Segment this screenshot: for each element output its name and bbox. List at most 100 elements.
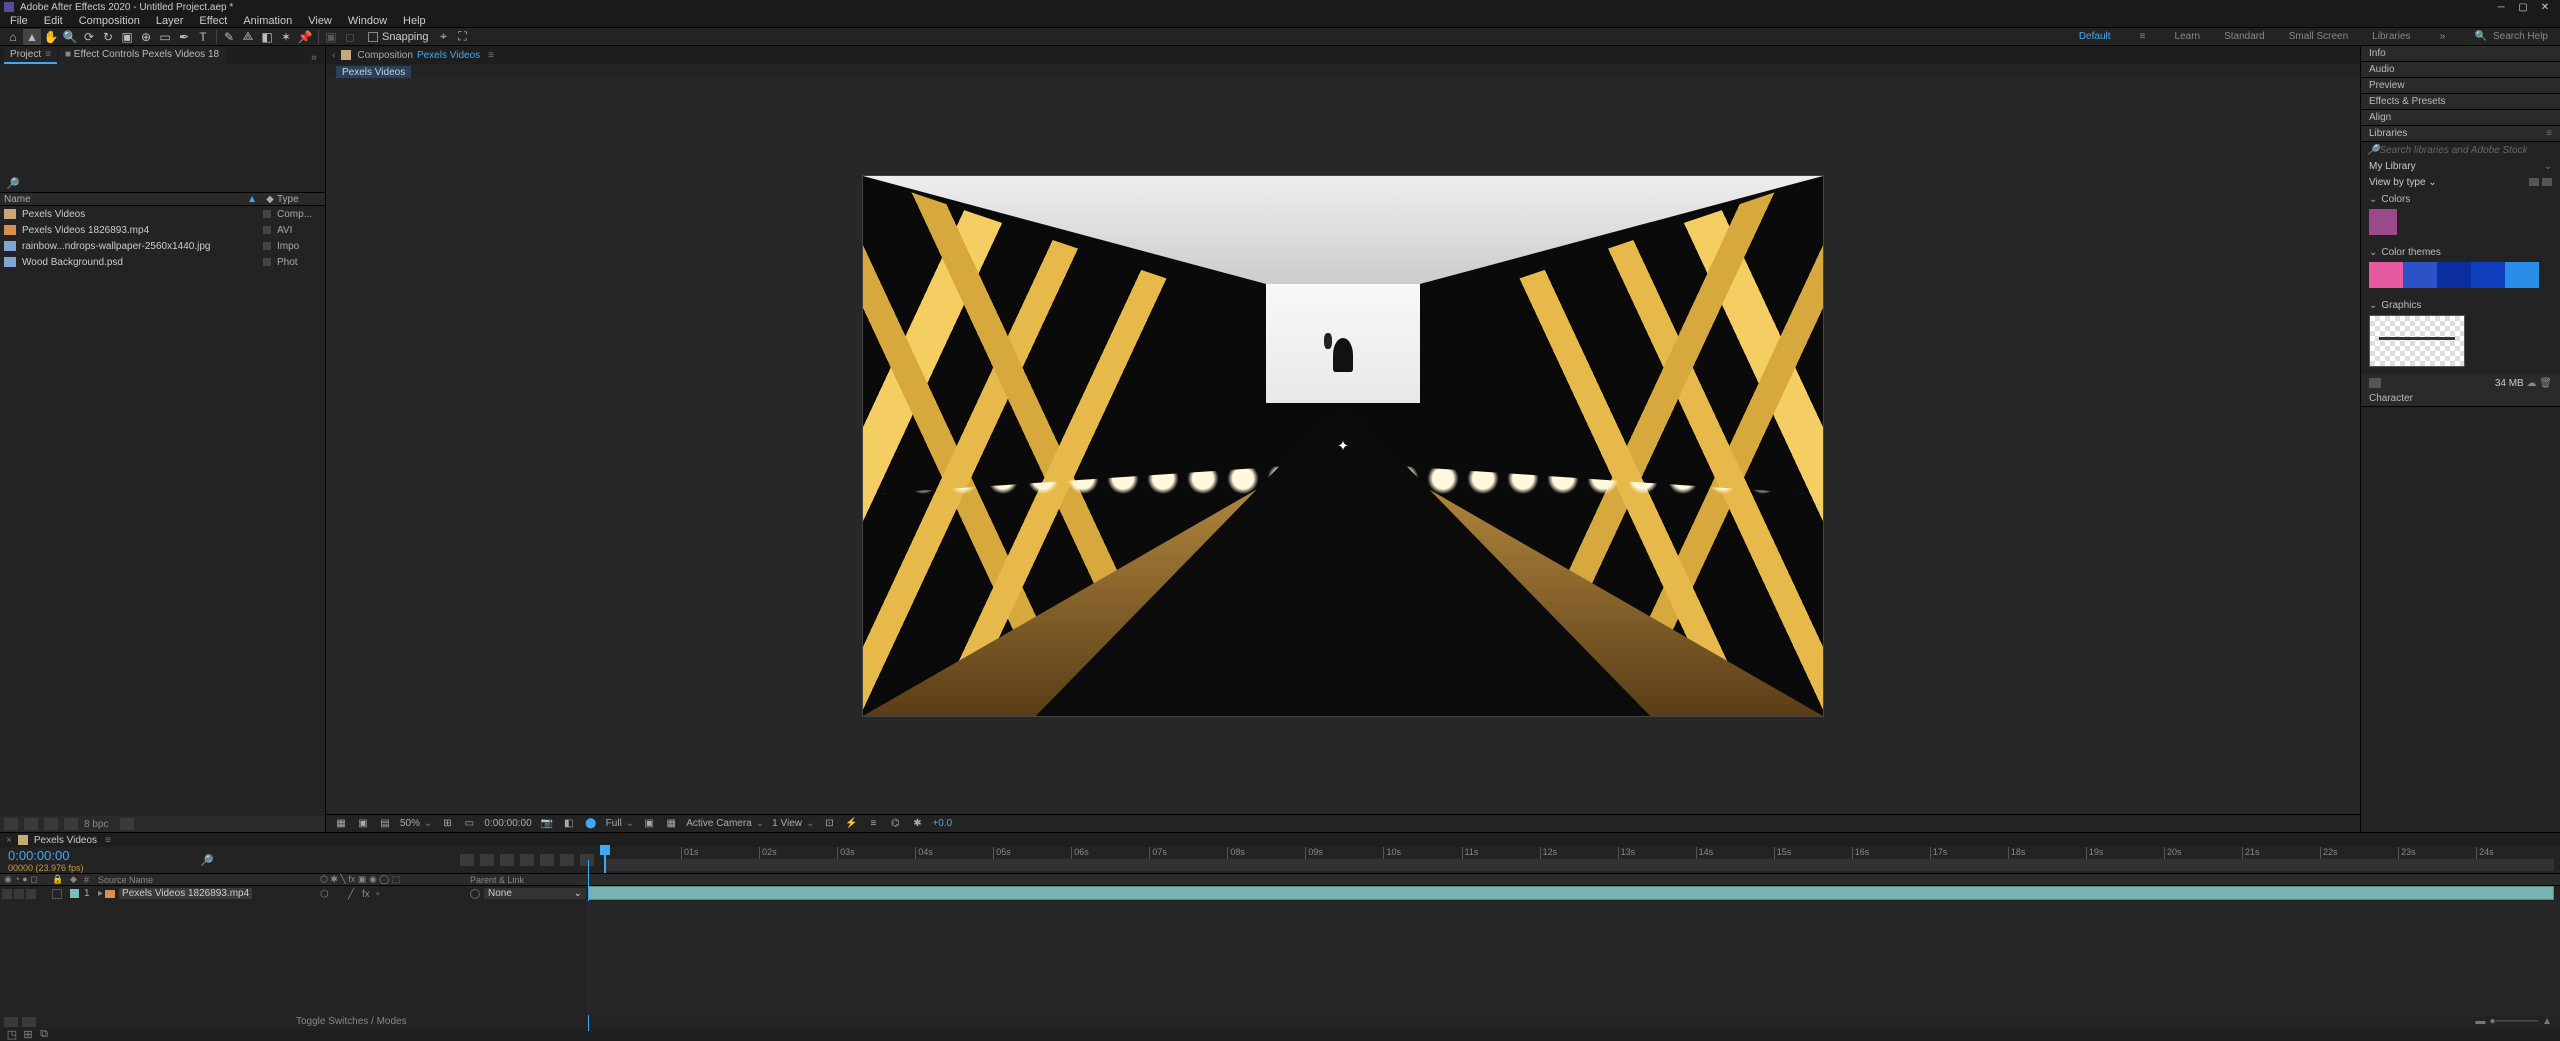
add-content-button[interactable] bbox=[2369, 378, 2381, 388]
solo-toggle[interactable] bbox=[26, 889, 36, 899]
menu-view[interactable]: View bbox=[300, 14, 340, 27]
zoom-dropdown[interactable]: 50%⌄ bbox=[400, 818, 432, 829]
label-swatch[interactable] bbox=[263, 258, 271, 266]
section-graphics[interactable]: ⌄Graphics bbox=[2369, 300, 2552, 311]
label-swatch[interactable] bbox=[263, 226, 271, 234]
workspace-standard[interactable]: Standard bbox=[2224, 31, 2265, 42]
column-source-name[interactable]: Source Name bbox=[98, 875, 320, 885]
zoom-tool[interactable]: 🔍 bbox=[61, 29, 79, 45]
workspace-menu-icon[interactable]: ≡ bbox=[2135, 31, 2151, 42]
puppet-tool[interactable]: 📌 bbox=[296, 29, 314, 45]
project-items-list[interactable]: Pexels VideosComp... Pexels Videos 18268… bbox=[0, 206, 325, 816]
menu-edit[interactable]: Edit bbox=[36, 14, 71, 27]
selection-tool[interactable]: ▲ bbox=[23, 29, 41, 45]
adjustment-switch[interactable] bbox=[404, 889, 414, 899]
close-button[interactable]: ✕ bbox=[2534, 1, 2556, 13]
menu-layer[interactable]: Layer bbox=[148, 14, 192, 27]
zoom-in-icon[interactable]: ▲ bbox=[2542, 1016, 2552, 1027]
project-settings-button[interactable] bbox=[64, 818, 78, 830]
3d-switch[interactable] bbox=[418, 889, 428, 899]
view-mode[interactable]: View by type ⌄ bbox=[2369, 177, 2437, 188]
playhead[interactable] bbox=[604, 847, 606, 873]
tab-project[interactable]: Project≡ bbox=[4, 47, 57, 64]
new-folder-button[interactable] bbox=[24, 818, 38, 830]
new-comp-button[interactable] bbox=[44, 818, 58, 830]
bit-depth[interactable]: 8 bpc bbox=[84, 819, 108, 830]
menu-effect[interactable]: Effect bbox=[191, 14, 235, 27]
project-item[interactable]: Wood Background.psdPhot bbox=[0, 254, 325, 270]
motion-blur-button[interactable] bbox=[520, 854, 534, 866]
graphic-asset[interactable] bbox=[2369, 315, 2465, 367]
zoom-out-icon[interactable]: ▬ bbox=[2476, 1016, 2486, 1027]
lock-toggle[interactable] bbox=[52, 889, 62, 899]
timeline-tab[interactable]: Pexels Videos bbox=[34, 835, 97, 846]
panel-info[interactable]: Info bbox=[2361, 46, 2560, 62]
quality-switch[interactable]: ╱ bbox=[348, 889, 358, 899]
column-name[interactable]: Name bbox=[4, 194, 247, 205]
pixel-aspect-button[interactable]: ⊡ bbox=[822, 818, 836, 830]
toggle-switches-button[interactable] bbox=[4, 1017, 18, 1027]
audio-toggle[interactable] bbox=[14, 889, 24, 899]
timeline-track-area[interactable] bbox=[586, 901, 2560, 1015]
graph-editor-button[interactable] bbox=[540, 854, 554, 866]
tab-effect-controls[interactable]: ■ Effect Controls Pexels Videos 18 bbox=[59, 47, 225, 64]
library-picker[interactable]: My Library⌄ bbox=[2361, 158, 2560, 174]
list-view-icon[interactable] bbox=[2542, 178, 2552, 186]
collapse-switch[interactable] bbox=[334, 889, 344, 899]
layer-row[interactable]: 1 ▸Pexels Videos 1826893.mp4 ⬡ ╱ fx ▫ No… bbox=[0, 886, 586, 901]
views-dropdown[interactable]: 1 View⌄ bbox=[772, 818, 814, 829]
panel-preview[interactable]: Preview bbox=[2361, 78, 2560, 94]
composition-frame[interactable]: ✦ bbox=[863, 176, 1823, 716]
maximize-button[interactable]: ▢ bbox=[2512, 1, 2534, 13]
workspace-default[interactable]: Default bbox=[2079, 31, 2111, 42]
shape-tool[interactable]: ▭ bbox=[156, 29, 174, 45]
workspace-small-screen[interactable]: Small Screen bbox=[2289, 31, 2348, 42]
draft-3d-button[interactable] bbox=[560, 854, 574, 866]
toggle-modes-button[interactable] bbox=[22, 1017, 36, 1027]
menu-window[interactable]: Window bbox=[340, 14, 395, 27]
panel-effects-presets[interactable]: Effects & Presets bbox=[2361, 94, 2560, 110]
comp-tab-name[interactable]: Pexels Videos bbox=[417, 50, 480, 61]
clone-tool[interactable]: ⟁ bbox=[239, 29, 257, 45]
menu-animation[interactable]: Animation bbox=[235, 14, 300, 27]
minimize-button[interactable]: ─ bbox=[2490, 1, 2512, 13]
fast-preview-button[interactable]: ⚡ bbox=[844, 818, 858, 830]
label-swatch[interactable] bbox=[263, 210, 271, 218]
shy-switch[interactable]: ⬡ bbox=[320, 889, 330, 899]
stroke-swatch[interactable]: ◻ bbox=[341, 29, 359, 45]
panel-align[interactable]: Align bbox=[2361, 110, 2560, 126]
section-colors[interactable]: ⌄Colors bbox=[2369, 194, 2552, 205]
parent-dropdown[interactable]: None⌄ bbox=[484, 888, 586, 899]
home-button[interactable]: ⌂ bbox=[4, 29, 22, 45]
search-help[interactable]: 🔍 Search Help bbox=[2475, 31, 2548, 42]
label-swatch[interactable] bbox=[263, 242, 271, 250]
column-type[interactable]: Type bbox=[277, 194, 321, 205]
fx-switch[interactable]: fx bbox=[362, 889, 372, 899]
nav-back-icon[interactable]: ‹ bbox=[332, 50, 335, 61]
pickwhip-icon[interactable] bbox=[470, 889, 480, 899]
snap-opt-1[interactable]: ⌖ bbox=[435, 29, 453, 45]
toggle-safezone-button[interactable]: ⊞ bbox=[440, 818, 454, 830]
type-tool[interactable]: T bbox=[194, 29, 212, 45]
twirl-icon[interactable]: ▸ bbox=[98, 888, 103, 899]
motion-blur-switch[interactable] bbox=[390, 889, 400, 899]
delete-button[interactable] bbox=[120, 818, 134, 830]
brush-tool[interactable]: ✎ bbox=[220, 29, 238, 45]
timeline-timecode[interactable]: 0:00:00:00 00000 (23.976 fps) bbox=[0, 846, 200, 875]
pen-tool[interactable]: ✒ bbox=[175, 29, 193, 45]
layer-label[interactable] bbox=[70, 889, 79, 898]
snapshot-button[interactable]: 📷 bbox=[540, 818, 554, 830]
hand-tool[interactable]: ✋ bbox=[42, 29, 60, 45]
exposure-value[interactable]: +0.0 bbox=[932, 818, 952, 829]
project-item[interactable]: Pexels VideosComp... bbox=[0, 206, 325, 222]
panel-libraries[interactable]: Libraries≡ bbox=[2361, 126, 2560, 142]
comp-markers-button[interactable] bbox=[460, 854, 474, 866]
frame-blend-switch[interactable]: ▫ bbox=[376, 889, 386, 899]
project-item[interactable]: rainbow...ndrops-wallpaper-2560x1440.jpg… bbox=[0, 238, 325, 254]
close-tab-icon[interactable]: × bbox=[6, 835, 12, 846]
render-time-button[interactable] bbox=[580, 854, 594, 866]
current-timecode[interactable]: 0:00:00:00 bbox=[484, 818, 531, 829]
resolution-dropdown[interactable]: Full⌄ bbox=[606, 818, 635, 829]
eraser-tool[interactable]: ◧ bbox=[258, 29, 276, 45]
snap-opt-2[interactable]: ⛶ bbox=[454, 29, 472, 45]
